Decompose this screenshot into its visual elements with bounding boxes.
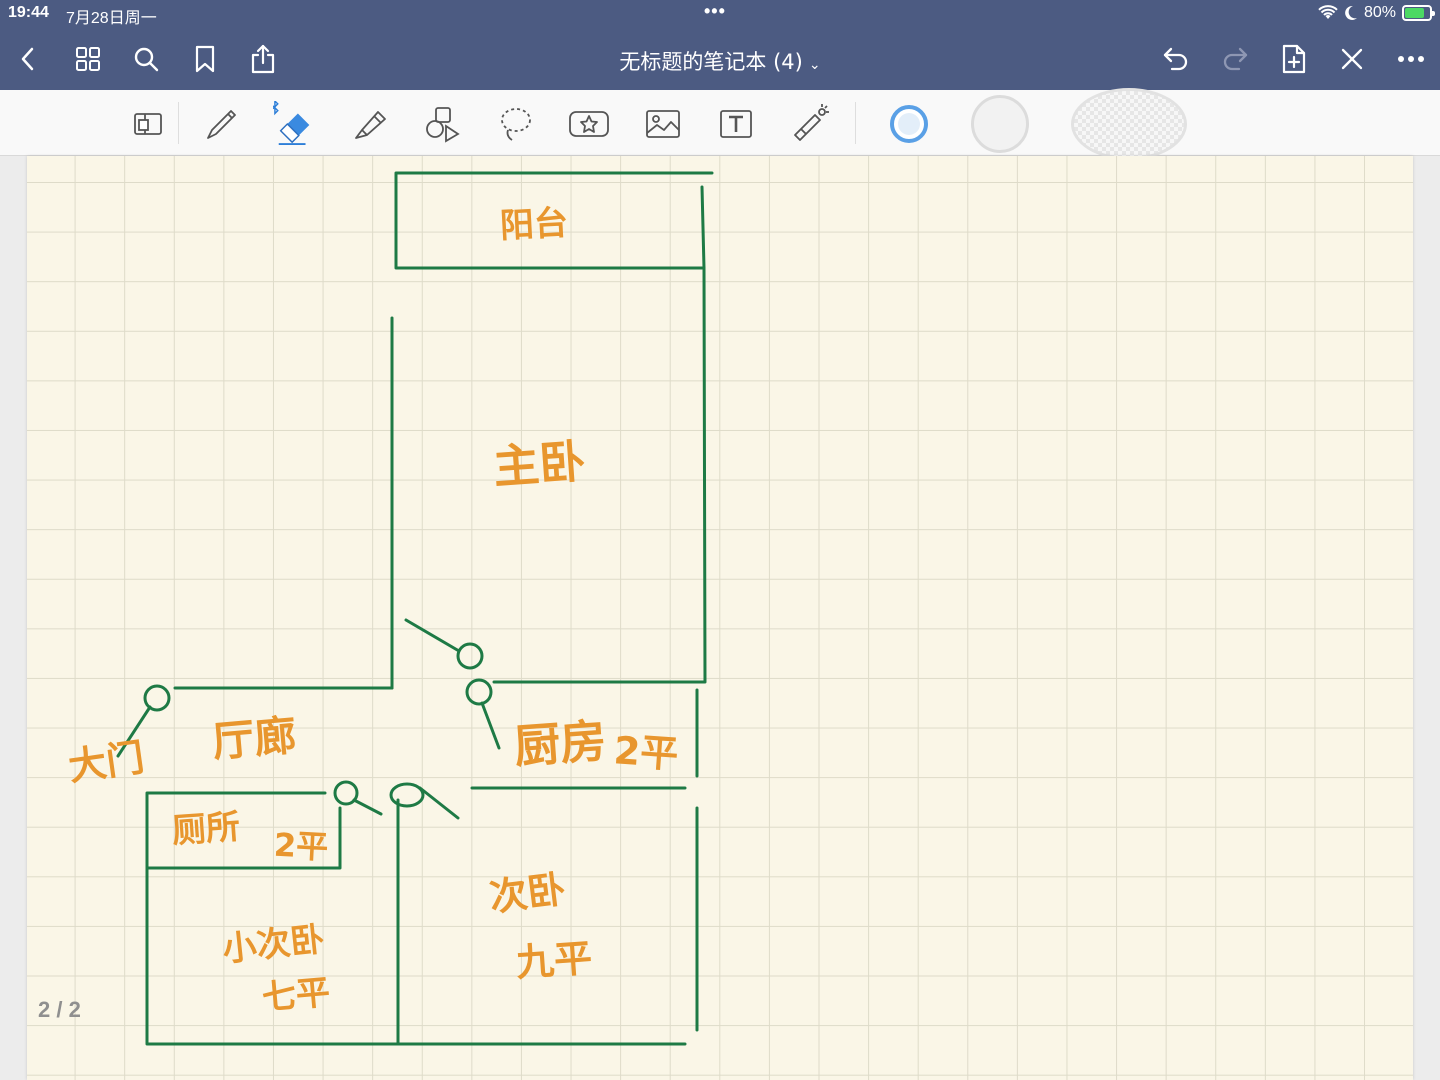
moon-icon	[1345, 5, 1357, 20]
nav-bar: 无标题的笔记本 (4) ⌄	[0, 28, 1440, 90]
more-icon[interactable]	[1394, 42, 1428, 76]
text-icon[interactable]	[714, 102, 758, 146]
note-page-canvas[interactable]	[27, 156, 1413, 1080]
highlighter-icon[interactable]	[348, 102, 392, 146]
image-icon[interactable]	[641, 102, 685, 146]
wifi-icon	[1318, 5, 1338, 19]
status-time: 19:44	[8, 4, 49, 21]
battery-percent: 80%	[1363, 4, 1396, 21]
status-date: 7月28日周一	[66, 10, 157, 27]
status-bar: 19:44 7月28日周一 ••• 80%	[0, 0, 1440, 28]
sidebar-toggle-icon[interactable]	[126, 102, 170, 146]
toolbar-divider	[178, 102, 179, 144]
drawing-toolbar	[0, 88, 1440, 160]
undo-icon[interactable]	[1159, 42, 1193, 76]
battery-icon	[1402, 5, 1435, 21]
add-page-icon[interactable]	[1277, 42, 1311, 76]
laser-pointer-icon[interactable]	[788, 102, 832, 146]
notebook-title-text: 无标题的笔记本 (4)	[619, 50, 803, 74]
chevron-down-icon: ⌄	[808, 57, 821, 73]
status-right: 80%	[1318, 4, 1435, 22]
color-swatch-light[interactable]	[1071, 88, 1187, 160]
page-gutter-left	[0, 156, 27, 1080]
color-swatch-blue[interactable]	[890, 105, 928, 143]
lasso-icon[interactable]	[494, 102, 538, 146]
pen-icon[interactable]	[200, 102, 244, 146]
redo-icon[interactable]	[1218, 42, 1252, 76]
page-indicator: 2 / 2	[38, 997, 81, 1022]
eraser-icon[interactable]	[273, 101, 317, 146]
close-icon[interactable]	[1335, 42, 1369, 76]
toolbar-divider	[855, 102, 856, 144]
color-swatch-white[interactable]	[971, 95, 1029, 153]
multitasking-dots[interactable]: •••	[704, 1, 726, 22]
sticker-icon[interactable]	[567, 102, 611, 146]
shapes-icon[interactable]	[420, 102, 464, 146]
battery-fill	[1405, 8, 1425, 18]
page-gutter-right	[1413, 156, 1440, 1080]
